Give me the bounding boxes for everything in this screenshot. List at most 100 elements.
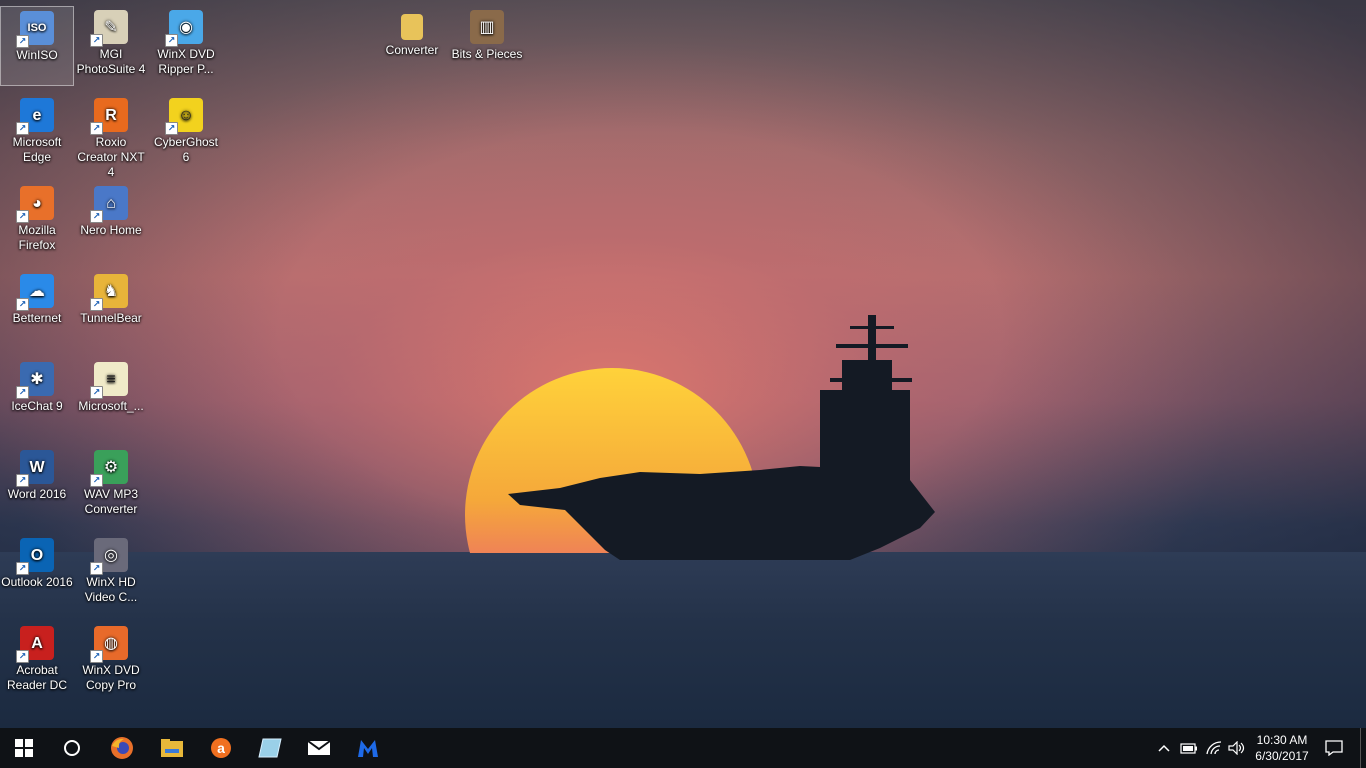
shortcut-arrow-icon: ↗ (90, 210, 103, 223)
desktop-icon[interactable]: ≡ ↗ Microsoft_... (74, 358, 148, 438)
photosuite-icon: ✎ ↗ (90, 10, 128, 47)
acrobat-icon: A ↗ (16, 626, 54, 663)
desktop-icon-label: WAV MP3 Converter (83, 487, 138, 516)
taskbar-file-explorer[interactable] (148, 728, 196, 768)
shortcut-arrow-icon: ↗ (90, 122, 103, 135)
taskbar-app[interactable] (246, 728, 294, 768)
desktop-icon-label: Word 2016 (7, 487, 67, 501)
outlook-icon: O ↗ (16, 538, 54, 575)
nero-home-icon: ⌂ ↗ (90, 186, 128, 223)
shortcut-arrow-icon: ↗ (165, 34, 178, 47)
desktop-icon-label: Nero Home (80, 223, 142, 237)
winiso-icon: ISO ↗ (16, 11, 54, 48)
volume-tray[interactable] (1226, 728, 1248, 768)
speaker-icon (1228, 741, 1245, 755)
desktop-icon[interactable]: ◎ ↗ WinX HD Video C... (74, 534, 148, 614)
shortcut-arrow-icon: ↗ (16, 562, 29, 575)
mail-icon (307, 740, 331, 755)
shortcut-arrow-icon: ↗ (90, 650, 103, 663)
betternet-icon: ☁ ↗ (16, 274, 54, 311)
battery-icon (1180, 743, 1197, 754)
start-button[interactable] (0, 728, 48, 768)
clock-time: 10:30 AM (1256, 733, 1308, 747)
desktop-icon[interactable]: ISO ↗ WinISO (0, 6, 74, 86)
desktop-icon-label: IceChat 9 (11, 399, 63, 413)
roxio-icon: R ↗ (90, 98, 128, 135)
tunnelbear-icon: ♞ ↗ (90, 274, 128, 311)
desktop-icon[interactable]: ✎ ↗ MGI PhotoSuite 4 (74, 6, 148, 86)
taskbar-malwarebytes[interactable] (344, 728, 392, 768)
chevron-up-icon (1158, 744, 1170, 752)
cyberghost-icon: ☺ ↗ (165, 98, 203, 135)
taskbar-firefox[interactable] (98, 728, 146, 768)
avast-icon: a (211, 738, 231, 758)
action-center-button[interactable] (1320, 728, 1348, 768)
desktop-icon[interactable]: W ↗ Word 2016 (0, 446, 74, 526)
shortcut-arrow-icon: ↗ (16, 474, 29, 487)
desktop-icon[interactable]: ⚙ ↗ WAV MP3 Converter (74, 446, 148, 526)
folder-icon (401, 14, 423, 40)
desktop-icon[interactable]: O ↗ Outlook 2016 (0, 534, 74, 614)
shortcut-arrow-icon: ↗ (90, 34, 103, 47)
firefox-icon: ◕ ↗ (16, 186, 54, 223)
shortcut-arrow-icon: ↗ (16, 386, 29, 399)
taskbar-avast[interactable]: a (197, 728, 245, 768)
notification-icon (1325, 740, 1343, 756)
shortcut-arrow-icon: ↗ (16, 35, 29, 48)
winx-dvd-copy-icon: ◍ ↗ (90, 626, 128, 663)
desktop-icon[interactable]: Converter (375, 6, 449, 86)
system-clock[interactable]: 10:30 AM 6/30/2017 (1248, 728, 1316, 768)
desktop-icon[interactable]: ◉ ↗ WinX DVD Ripper P... (149, 6, 223, 86)
desktop-icon[interactable]: e ↗ Microsoft Edge (0, 94, 74, 174)
desktop-icon[interactable]: ✱ ↗ IceChat 9 (0, 358, 74, 438)
desktop-icon[interactable]: ♞ ↗ TunnelBear (74, 270, 148, 350)
desktop-icon[interactable]: A ↗ Acrobat Reader DC (0, 622, 74, 702)
bits-pieces-icon: ▥ (470, 10, 504, 44)
shortcut-arrow-icon: ↗ (16, 210, 29, 223)
svg-text:a: a (217, 740, 225, 756)
winx-hd-video-icon: ◎ ↗ (90, 538, 128, 575)
edge-icon: e ↗ (16, 98, 54, 135)
desktop-icon-label: CyberGhost 6 (153, 135, 219, 164)
clock-date: 6/30/2017 (1255, 749, 1309, 763)
desktop-icon[interactable]: R ↗ Roxio Creator NXT 4 (74, 94, 148, 179)
desktop-icon[interactable]: ☺ ↗ CyberGhost 6 (149, 94, 223, 174)
desktop-icon-label: WinISO (16, 48, 58, 62)
shortcut-arrow-icon: ↗ (165, 122, 178, 135)
shortcut-arrow-icon: ↗ (90, 386, 103, 399)
desktop-icon[interactable]: ◕ ↗ Mozilla Firefox (0, 182, 74, 262)
wav-mp3-converter-icon: ⚙ ↗ (90, 450, 128, 487)
desktop-icon-label: Microsoft Edge (12, 135, 62, 164)
shortcut-arrow-icon: ↗ (16, 122, 29, 135)
word-icon: W ↗ (16, 450, 54, 487)
windows-logo-icon (15, 739, 33, 757)
desktop-icon[interactable]: ☁ ↗ Betternet (0, 270, 74, 350)
firefox-icon (111, 737, 133, 759)
shortcut-arrow-icon: ↗ (90, 474, 103, 487)
desktop-icon-label: Converter (385, 43, 439, 57)
malwarebytes-icon (358, 740, 378, 757)
network-tray[interactable] (1203, 728, 1225, 768)
desktop-icon[interactable]: ◍ ↗ WinX DVD Copy Pro (74, 622, 148, 702)
desktop-icon[interactable]: ⌂ ↗ Nero Home (74, 182, 148, 262)
desktop-icon-label: Roxio Creator NXT 4 (77, 135, 145, 179)
icechat-icon: ✱ ↗ (16, 362, 54, 399)
desktop-icon-label: WinX DVD Copy Pro (82, 663, 140, 692)
shortcut-arrow-icon: ↗ (90, 298, 103, 311)
cortana-button[interactable] (48, 728, 96, 768)
notebook-icon (258, 738, 282, 758)
desktop-icon-label: Acrobat Reader DC (6, 663, 68, 692)
cortana-circle-icon (64, 740, 80, 756)
file-explorer-icon (161, 739, 183, 757)
shortcut-arrow-icon: ↗ (90, 562, 103, 575)
wifi-icon (1206, 741, 1222, 755)
battery-tray[interactable] (1178, 728, 1200, 768)
show-desktop-button[interactable] (1360, 728, 1366, 768)
taskbar: a 10:30 AM 6/30/2017 (0, 728, 1366, 768)
show-hidden-icons-button[interactable] (1155, 728, 1173, 768)
desktop-icon-label: MGI PhotoSuite 4 (76, 47, 146, 76)
taskbar-mail[interactable] (295, 728, 343, 768)
shortcut-arrow-icon: ↗ (16, 298, 29, 311)
desktop-icon[interactable]: ▥ Bits & Pieces (450, 6, 524, 86)
desktop-icon-label: WinX DVD Ripper P... (157, 47, 215, 76)
